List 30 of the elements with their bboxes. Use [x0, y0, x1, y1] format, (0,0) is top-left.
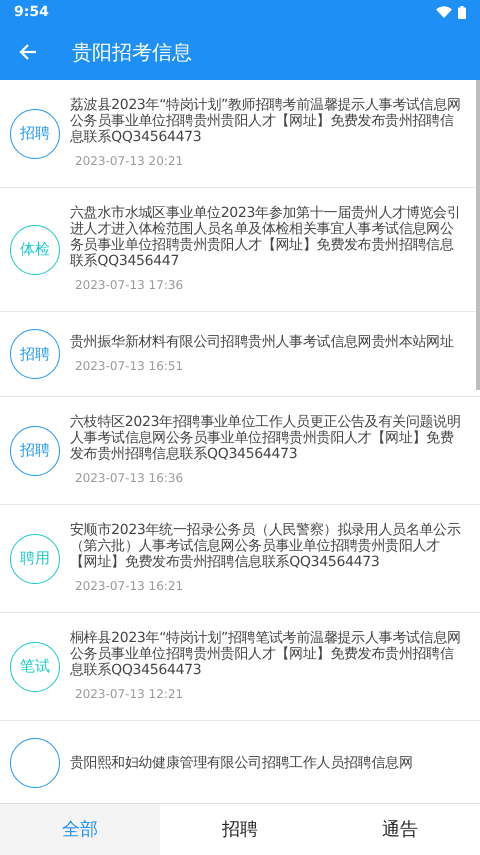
news-title: 桐梓县2023年“特岗计划”招聘笔试考前温馨提示人事考试信息网公务员事业单位招聘贵州贵阳人才【网址】免费发布贵州招聘信息联系QQ34564473 [70, 630, 462, 678]
back-arrow-icon [19, 43, 37, 61]
news-title: 荔波县2023年“特岗计划”教师招聘考前温馨提示人事考试信息网公务员事业单位招聘贵州贵阳人才【网址】免费发布贵州招聘信息联系QQ34564473 [70, 97, 462, 145]
news-item[interactable]: 笔试 桐梓县2023年“特岗计划”招聘笔试考前温馨提示人事考试信息网公务员事业单位招聘贵州贵阳人才【网址】免费发布贵州招聘信息联系QQ34564473 2023-07-13 12:21 [0, 613, 480, 721]
news-item[interactable]: 招聘 六枝特区2023年招聘事业单位工作人员更正公告及有关问题说明人事考试信息网公务员事业单位招聘贵州贵阳人才【网址】免费发布贵州招聘信息联系QQ34564473 2023-07-13 16:36 [0, 397, 480, 505]
news-item[interactable]: 聘用 安顺市2023年统一招录公务员（人民警察）拟录用人员名单公示（第六批）人事考试信息网公务员事业单位招聘贵州贵阳人才【网址】免费发布贵州招聘信息联系QQ34564473 2023-07-13 16:21 [0, 505, 480, 613]
news-date: 2023-07-13 16:36 [75, 470, 184, 487]
news-date: 2023-07-13 16:51 [75, 358, 184, 374]
news-title: 贵州振华新材料有限公司招聘贵州人事考试信息网贵州本站网址 [70, 334, 454, 350]
app-title: 贵阳招考信息 [72, 39, 192, 66]
category-badge: 招聘 [10, 329, 60, 379]
status-time: 9:54 [14, 2, 49, 22]
news-title: 六盘水市水城区事业单位2023年参加第十一届贵州人才博览会引进人才进入体检范围人员名单及体检相关事宜人事考试信息网公务员事业单位招聘贵州贵阳人才【网址】免费发布贵州招聘信息联系QQ3456447 [70, 205, 462, 269]
battery-icon [458, 6, 466, 18]
news-date: 2023-07-13 20:21 [75, 153, 184, 170]
news-item[interactable]: 招聘 荔波县2023年“特岗计划”教师招聘考前温馨提示人事考试信息网公务员事业单位招聘贵州贵阳人才【网址】免费发布贵州招聘信息联系QQ34564473 2023-07-13 20:21 [0, 80, 480, 188]
news-title: 安顺市2023年统一招录公务员（人民警察）拟录用人员名单公示（第六批）人事考试信息网公务员事业单位招聘贵州贵阳人才【网址】免费发布贵州招聘信息联系QQ34564473 [70, 522, 462, 570]
wifi-icon [436, 6, 452, 18]
category-badge: 笔试 [10, 642, 60, 692]
category-badge: 体检 [10, 224, 60, 274]
news-item[interactable]: 体检 六盘水市水城区事业单位2023年参加第十一届贵州人才博览会引进人才进入体检范围人员名单及体检相关事宜人事考试信息网公务员事业单位招聘贵州贵阳人才【网址】免费发布贵州招聘信息联系QQ3456447 2023-07-13 17:36 [0, 188, 480, 312]
news-item[interactable]: 招聘 贵州振华新材料有限公司招聘贵州人事考试信息网贵州本站网址 2023-07-13 16:51 [0, 312, 480, 397]
category-badge: 聘用 [10, 534, 60, 584]
news-date: 2023-07-13 17:36 [75, 277, 184, 294]
news-date: 2023-07-13 12:21 [75, 686, 184, 703]
category-badge: 招聘 [10, 108, 60, 158]
news-title: 六枝特区2023年招聘事业单位工作人员更正公告及有关问题说明人事考试信息网公务员事业单位招聘贵州贵阳人才【网址】免费发布贵州招聘信息联系QQ34564473 [70, 414, 462, 462]
news-date: 2023-07-13 16:21 [75, 578, 184, 595]
news-title: 贵阳熙和妇幼健康管理有限公司招聘工作人员招聘信息网 [70, 755, 413, 771]
category-badge: 招聘 [10, 426, 60, 476]
